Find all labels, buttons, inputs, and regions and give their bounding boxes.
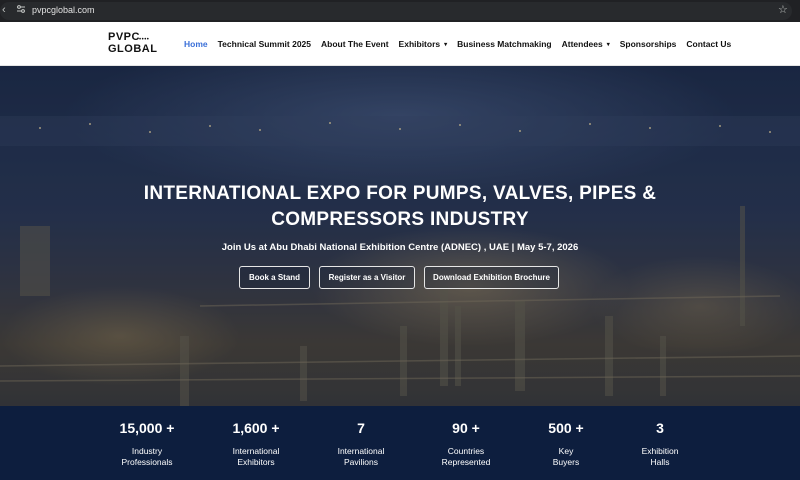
stat-value: 7: [357, 420, 365, 436]
nav-technical-summit[interactable]: Technical Summit 2025: [218, 39, 311, 49]
stat-value: 15,000 +: [119, 420, 175, 436]
address-bar[interactable]: [0, 2, 792, 20]
stat-label: Exhibition Halls: [641, 446, 679, 467]
nav-about-event[interactable]: About The Event: [321, 39, 389, 49]
site-header: PVPC •••• GLOBAL Home Technical Summit 2…: [0, 22, 800, 66]
browser-toolbar: ‹ pvpcglobal.com ☆: [0, 0, 800, 22]
stat-label: Key Buyers: [552, 446, 580, 467]
stat-label: Countries Represented: [441, 446, 491, 467]
stat-value: 3: [656, 420, 664, 436]
site-logo[interactable]: PVPC •••• GLOBAL: [108, 31, 160, 59]
stat-value: 90 +: [452, 420, 480, 436]
back-icon[interactable]: ‹: [2, 4, 6, 16]
nav-business-matchmaking[interactable]: Business Matchmaking: [457, 39, 551, 49]
hero-title: INTERNATIONAL EXPO FOR PUMPS, VALVES, PI…: [143, 183, 657, 230]
logo-line2: GLOBAL: [108, 43, 158, 55]
hero-banner: INTERNATIONAL EXPO FOR PUMPS, VALVES, PI…: [0, 66, 800, 406]
nav-sponsorships[interactable]: Sponsorships: [620, 39, 677, 49]
site-settings-icon[interactable]: [16, 4, 26, 14]
address-url[interactable]: pvpcglobal.com: [32, 5, 95, 15]
stat-value: 500 +: [548, 420, 584, 436]
stats-bar: 15,000 + Industry Professionals 1,600 + I…: [0, 406, 800, 480]
nav-contact-us[interactable]: Contact Us: [686, 39, 731, 49]
stat-label: Industry Professionals: [121, 446, 173, 467]
stat-value: 1,600 +: [232, 420, 280, 436]
nav-exhibitors[interactable]: Exhibitors ▾: [399, 39, 448, 49]
register-visitor-button[interactable]: Register as a Visitor: [319, 266, 415, 289]
chevron-down-icon: ▾: [444, 41, 448, 48]
hero-subtitle: Join Us at Abu Dhabi National Exhibition…: [221, 242, 579, 253]
bookmark-star-icon[interactable]: ☆: [778, 3, 788, 16]
main-nav: Home Technical Summit 2025 About The Eve…: [184, 22, 741, 66]
book-stand-button[interactable]: Book a Stand: [239, 266, 310, 289]
logo-line1: PVPC: [108, 31, 140, 43]
nav-home[interactable]: Home: [184, 39, 208, 49]
nav-attendees[interactable]: Attendees ▾: [562, 39, 610, 49]
download-brochure-button[interactable]: Download Exhibition Brochure: [424, 266, 559, 289]
chevron-down-icon: ▾: [606, 41, 610, 48]
stat-label: International Exhibitors: [232, 446, 280, 467]
stat-label: International Pavilions: [337, 446, 385, 467]
refinery-night-backdrop: [0, 66, 800, 406]
